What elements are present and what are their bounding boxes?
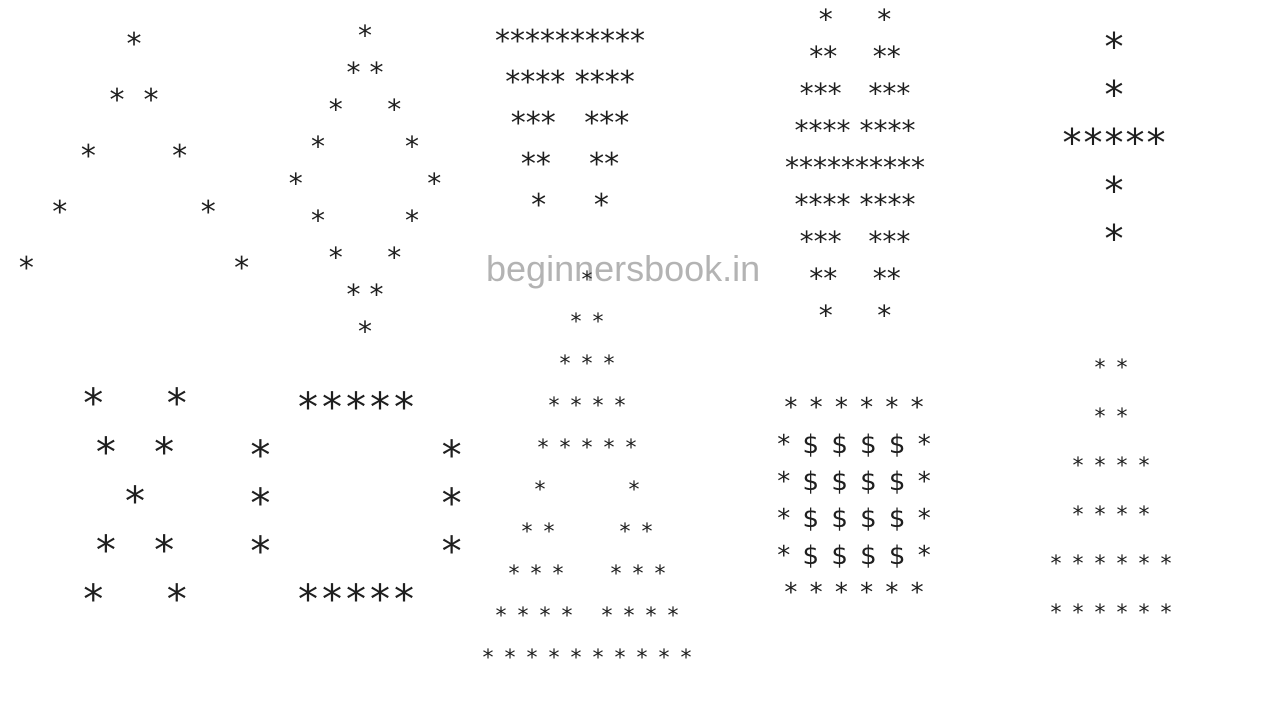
pattern-row: * xyxy=(1104,169,1126,213)
pattern-row: * xyxy=(1104,73,1126,117)
pattern-row: * * * * * * * * * * xyxy=(482,646,694,671)
pattern-row: * * * * xyxy=(1072,503,1152,528)
pattern-row: * * * xyxy=(559,352,617,377)
pattern-row: * * xyxy=(1094,405,1130,430)
pattern-canvas: beginnersbook.in * * * * * * * * * * * * * * * *… xyxy=(0,0,1280,720)
pattern-row: * xyxy=(1104,217,1126,261)
pattern-row: * * * * * * xyxy=(1050,552,1174,577)
pattern-row: * * xyxy=(1094,356,1130,381)
pattern-row: * * * * xyxy=(1072,454,1152,479)
pattern-row: * xyxy=(581,268,595,293)
pattern-row: * xyxy=(1104,25,1126,69)
pattern-row: * $ $ $ $ * xyxy=(777,430,933,460)
pattern-row: ***** xyxy=(1062,121,1168,165)
pattern-row: * * xyxy=(570,310,606,335)
pattern-row: * * * * * * xyxy=(1050,601,1174,626)
pattern-row: * * * * * * * * xyxy=(495,604,681,629)
pattern-row: * * xyxy=(328,241,402,274)
